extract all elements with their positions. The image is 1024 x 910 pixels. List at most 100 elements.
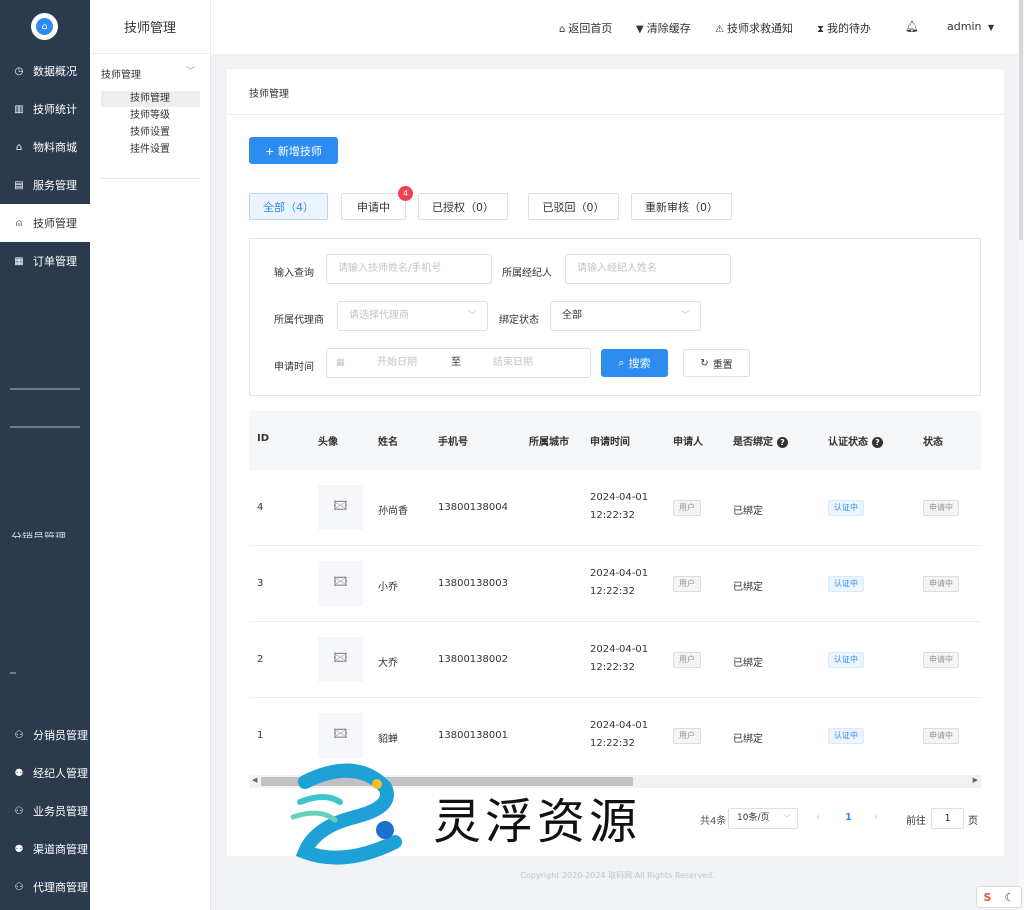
cell-date: 2024-04-01 [590,720,649,731]
chevron-down-icon[interactable]: ﹀ [186,64,195,77]
sidebar-item-label: 分销员管理 [33,729,88,742]
pending-count-badge: 4 [398,186,413,201]
col-phone: 手机号 [438,437,468,448]
tab-authorized[interactable]: 已授权（0） [418,193,508,220]
question-icon[interactable]: ? [872,437,883,448]
sidebar-item-label: 经纪人管理 [33,767,88,780]
stats-icon: ▥ [14,103,24,115]
cell-phone: 13800138001 [438,730,508,741]
home-link[interactable]: ⌂ 返回首页 [559,20,612,36]
sidebar-item-label: 业务员管理 [33,805,88,818]
cell-date: 2024-04-01 [590,492,649,503]
applicant-tag: 用户 [673,728,701,744]
search-button[interactable]: ⌕ 搜索 [601,349,668,377]
question-icon[interactable]: ? [777,437,788,448]
sidebar-item-agent[interactable]: ⚇ 代理商管理 [0,868,90,906]
home-logo-icon[interactable]: ⌂ [31,13,58,40]
scroll-left-icon[interactable]: ◀ [252,776,257,784]
brush-icon: ▼ [636,24,644,35]
cell-name: 大乔 [378,658,398,669]
bind-status-label: 绑定状态 [499,315,539,326]
auth-status-tag: 认证中 [828,652,864,668]
add-technician-button[interactable]: + 新增技师 [249,137,338,164]
moon-icon: ☾ [1004,890,1015,904]
prev-page-icon[interactable]: ‹ [816,812,820,823]
cell-bound: 已绑定 [733,734,763,745]
bell-icon[interactable]: 🔔︎ [905,20,919,33]
auth-status-tag: 认证中 [828,576,864,592]
tab-re-review[interactable]: 重新审核（0） [631,193,732,220]
cell-bound: 已绑定 [733,658,763,669]
image-placeholder-icon: 🖾 [318,561,363,606]
page-vertical-scrollbar[interactable] [1018,0,1024,910]
sidebar-item-shop[interactable]: ⌂ 物料商城 [0,128,90,166]
corner-widget[interactable]: S ☾ [976,886,1022,908]
sidebar-item-distributor[interactable]: ⚇ 分销员管理 [0,716,90,754]
page-number[interactable]: 1 [845,812,852,823]
next-page-icon[interactable]: › [874,812,878,823]
sidebar-item-label: 技师管理 [33,217,77,230]
sidebar-item-broker[interactable]: ⚉ 经纪人管理 [0,754,90,792]
chevron-down-icon: ﹀ [680,311,690,321]
image-placeholder-icon: 🖾 [318,485,363,530]
scroll-right-icon[interactable]: ▶ [973,776,978,784]
todo-link[interactable]: ⧗ 我的待办 [817,20,871,36]
cell-time: 12:22:32 [590,738,635,749]
divider [101,178,200,179]
sidebar-item-label: 数据概况 [33,65,77,78]
sidebar-item-technician[interactable]: ⍝ 技师管理 [0,204,90,242]
chevron-down-icon: ﹀ [783,814,791,823]
applicant-tag: 用户 [673,652,701,668]
hidden-menu-fragment [10,672,16,674]
date-label: 申请时间 [274,362,314,373]
sidebar-item-salesman[interactable]: ⚇ 业务员管理 [0,792,90,830]
table-row: 2 🖾 大乔 13800138002 2024-04-01 12:22:32 用… [249,622,981,698]
bind-status-select[interactable]: 全部 ﹀ [550,301,701,331]
submenu-item-tech-manage[interactable]: 技师管理 [101,91,200,107]
order-icon: ▦ [14,255,24,267]
agent-select[interactable]: 请选择代理商 ﹀ [337,301,488,331]
sidebar-item-label: 技师统计 [33,103,77,116]
partial-menu-label: 分销员管理 [11,531,66,538]
breadcrumb: 技师管理 [249,89,289,100]
submenu-item-pendant-settings[interactable]: 挂件设置 [101,142,200,158]
sidebar-item-tech-stats[interactable]: ▥ 技师统计 [0,90,90,128]
col-city: 所属城市 [529,437,569,448]
goto-page-input[interactable]: 1 [931,808,964,829]
status-tag: 申请中 [923,728,959,744]
refresh-icon: ↻ [700,357,709,369]
sidebar-item-service[interactable]: ▤ 服务管理 [0,166,90,204]
col-applicant: 申请人 [673,437,703,448]
cell-phone: 13800138003 [438,578,508,589]
scrollbar-thumb[interactable] [1019,0,1023,240]
tab-all[interactable]: 全部（4） [249,193,328,220]
query-input[interactable]: 请输入技师姓名/手机号 [326,254,492,284]
cell-bound: 已绑定 [733,506,763,517]
submenu-item-tech-level[interactable]: 技师等级 [101,108,200,124]
submenu-item-tech-settings[interactable]: 技师设置 [101,125,200,141]
sidebar-item-channel[interactable]: ⚉ 渠道商管理 [0,830,90,868]
s-logo-icon: S [983,890,992,904]
date-range-picker[interactable]: ▦ 开始日期 至 结束日期 [326,348,591,378]
table-header: ID 头像 姓名 手机号 所属城市 申请时间 申请人 是否绑定? 认证状态? 状… [249,411,981,470]
table-row: 4 🖾 孙尚香 13800138004 2024-04-01 12:22:32 … [249,470,981,546]
tab-rejected[interactable]: 已驳回（0） [528,193,619,220]
broker-input[interactable]: 请输入经纪人姓名 [565,254,731,284]
caret-down-icon: ▼ [987,23,995,32]
col-id: ID [257,433,270,444]
cell-name: 孙尚香 [378,506,408,517]
tab-applying[interactable]: 申请中 [341,193,406,220]
clear-cache-link[interactable]: ▼ 清除缓存 [636,20,691,36]
sos-notice-link[interactable]: ⚠ 技师求救通知 [715,20,793,36]
sidebar-item-order[interactable]: ▦ 订单管理 [0,242,90,280]
reset-button[interactable]: ↻ 重置 [683,349,750,377]
watermark-text: 灵浮资源 [433,794,642,850]
col-bound: 是否绑定? [733,433,788,448]
cell-id: 1 [257,730,264,741]
cell-name: 小乔 [378,582,398,593]
hidden-menu-fragment [10,426,80,428]
submenu-group-technician[interactable]: 技师管理 [101,66,141,81]
user-menu[interactable]: admin ▼ [947,20,994,33]
sidebar-item-data-overview[interactable]: ◷ 数据概况 [0,52,90,90]
agent-label: 所属代理商 [274,315,324,326]
